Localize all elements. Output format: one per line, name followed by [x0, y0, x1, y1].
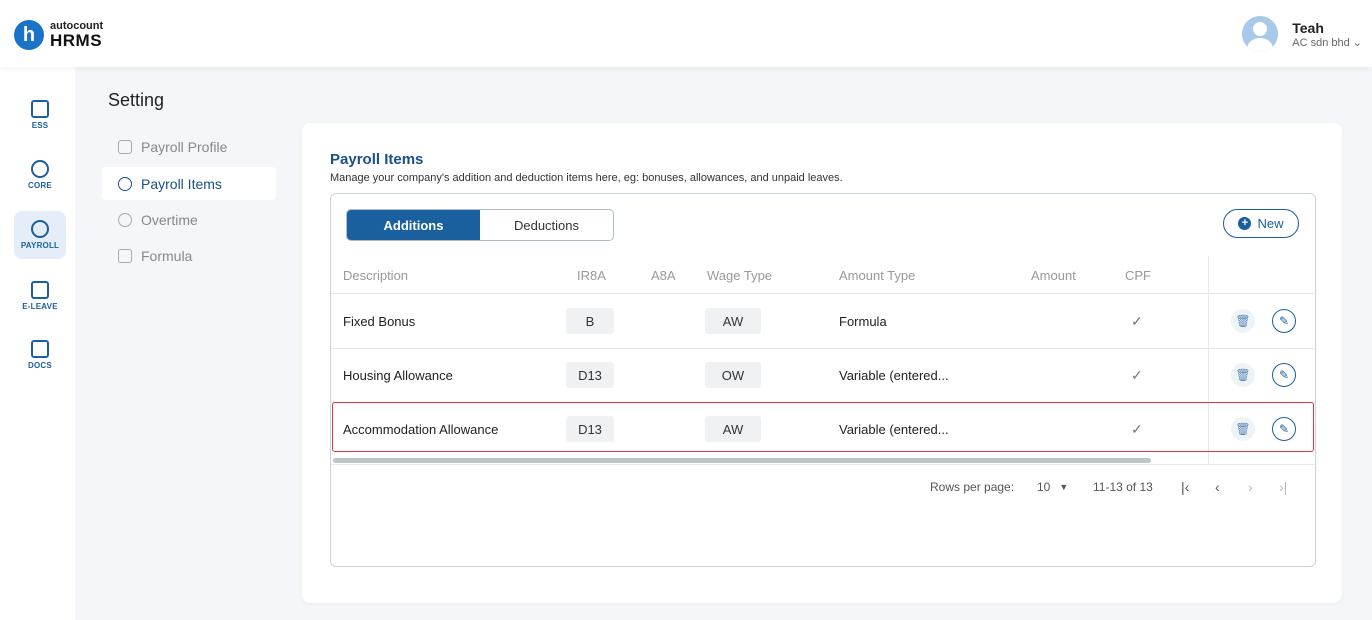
- menu-item-formula[interactable]: Formula: [102, 239, 276, 272]
- check-icon: ✓: [1131, 366, 1143, 383]
- logo-mark: h: [14, 20, 44, 50]
- rail-item-ess[interactable]: ESS: [14, 91, 66, 139]
- col-amount: Amount: [1031, 268, 1076, 283]
- wage-type-chip: AW: [705, 308, 761, 334]
- cell-amount-type: Formula: [839, 313, 887, 329]
- new-item-button[interactable]: + New: [1223, 209, 1299, 238]
- payroll-icon: [31, 220, 49, 238]
- menu-label: Payroll Profile: [141, 138, 228, 155]
- first-page-icon[interactable]: |‹: [1181, 472, 1189, 502]
- rail-label: CORE: [28, 181, 52, 190]
- last-page-icon[interactable]: ›|: [1279, 472, 1287, 502]
- app-logo[interactable]: h autocount HRMS: [14, 20, 103, 50]
- tab-additions[interactable]: Additions: [347, 210, 480, 240]
- edit-icon[interactable]: ✎: [1272, 363, 1296, 387]
- type-tabs: Additions Deductions: [346, 209, 614, 241]
- plus-icon: +: [1238, 217, 1252, 230]
- docs-icon: [31, 340, 49, 358]
- caret-down-icon: ▼: [1059, 482, 1069, 492]
- row-highlight: [332, 402, 1314, 452]
- logo-product: HRMS: [50, 31, 103, 50]
- payroll-items-card: Payroll Items Manage your company's addi…: [302, 123, 1342, 603]
- page-title: Setting: [108, 90, 165, 110]
- menu-item-payroll-profile[interactable]: Payroll Profile: [102, 130, 276, 163]
- menu-label: Payroll Items: [141, 175, 222, 192]
- tab-deductions[interactable]: Deductions: [480, 210, 613, 240]
- prev-page-icon[interactable]: ‹: [1215, 472, 1220, 502]
- col-cpf: CPF: [1125, 268, 1151, 283]
- core-icon: [31, 160, 49, 178]
- user-name: Teah: [1292, 19, 1324, 36]
- rows-per-page-value: 10: [1037, 480, 1051, 494]
- menu-item-payroll-items[interactable]: Payroll Items: [102, 167, 276, 200]
- formula-icon: [118, 248, 132, 263]
- rail-item-core[interactable]: CORE: [14, 151, 66, 199]
- calendar-icon: [31, 281, 49, 299]
- rail-item-docs[interactable]: DOCS: [14, 331, 66, 379]
- coins-icon: [118, 176, 132, 191]
- rail-item-e-leave[interactable]: E-LEAVE: [14, 272, 66, 320]
- ess-icon: [31, 100, 49, 118]
- cell-amount-type: Variable (entered...: [839, 367, 949, 383]
- menu-label: Overtime: [141, 211, 198, 228]
- next-page-icon[interactable]: ›: [1248, 472, 1253, 502]
- table-row[interactable]: Fixed Bonus B AW Formula ✓ 🗑 ✎: [331, 294, 1315, 348]
- rail-label: PAYROLL: [20, 241, 60, 250]
- cell-description: Housing Allowance: [343, 367, 453, 383]
- top-bar: h autocount HRMS Teah AC sdn bhd ⌄: [0, 0, 1372, 67]
- clock-icon: [118, 212, 132, 227]
- edit-icon[interactable]: ✎: [1272, 309, 1296, 333]
- rows-per-page-label: Rows per page:: [930, 480, 1015, 494]
- col-amount-type: Amount Type: [839, 268, 916, 283]
- rail-label: DOCS: [28, 361, 52, 370]
- new-label: New: [1257, 216, 1284, 231]
- avatar[interactable]: [1242, 16, 1279, 52]
- trash-icon[interactable]: 🗑: [1231, 309, 1255, 333]
- cell-description: Fixed Bonus: [343, 313, 416, 329]
- trash-icon[interactable]: 🗑: [1231, 363, 1255, 387]
- page-range: 11-13 of 13: [1093, 480, 1153, 494]
- rail-label: ESS: [31, 121, 49, 130]
- rows-per-page-select[interactable]: 10 ▼: [1037, 472, 1068, 502]
- ir8a-chip: D13: [566, 362, 614, 388]
- divider: [331, 464, 1315, 465]
- col-wage-type: Wage Type: [707, 268, 773, 283]
- ir8a-chip: B: [566, 308, 614, 334]
- card-title: Payroll Items: [330, 151, 424, 168]
- module-rail: ESS CORE PAYROLL E-LEAVE DOCS: [0, 67, 75, 620]
- col-a8a: A8A: [651, 268, 676, 283]
- calendar-icon: [118, 139, 132, 154]
- table-row[interactable]: Housing Allowance D13 OW Variable (enter…: [331, 348, 1315, 402]
- wage-type-chip: OW: [705, 362, 761, 388]
- menu-item-overtime[interactable]: Overtime: [102, 203, 276, 236]
- user-menu[interactable]: Teah AC sdn bhd ⌄: [1242, 16, 1362, 52]
- horizontal-scrollbar[interactable]: [333, 458, 1151, 463]
- menu-label: Formula: [141, 247, 193, 264]
- company-selector[interactable]: AC sdn bhd ⌄: [1292, 36, 1362, 49]
- rail-item-payroll[interactable]: PAYROLL: [14, 211, 66, 259]
- col-description: Description: [343, 268, 409, 283]
- rail-label: E-LEAVE: [22, 302, 58, 311]
- check-icon: ✓: [1131, 312, 1143, 329]
- col-ir8a: IR8A: [577, 268, 606, 283]
- items-table-panel: Additions Deductions + New Description I…: [330, 193, 1316, 567]
- card-subtitle: Manage your company's addition and deduc…: [330, 172, 843, 184]
